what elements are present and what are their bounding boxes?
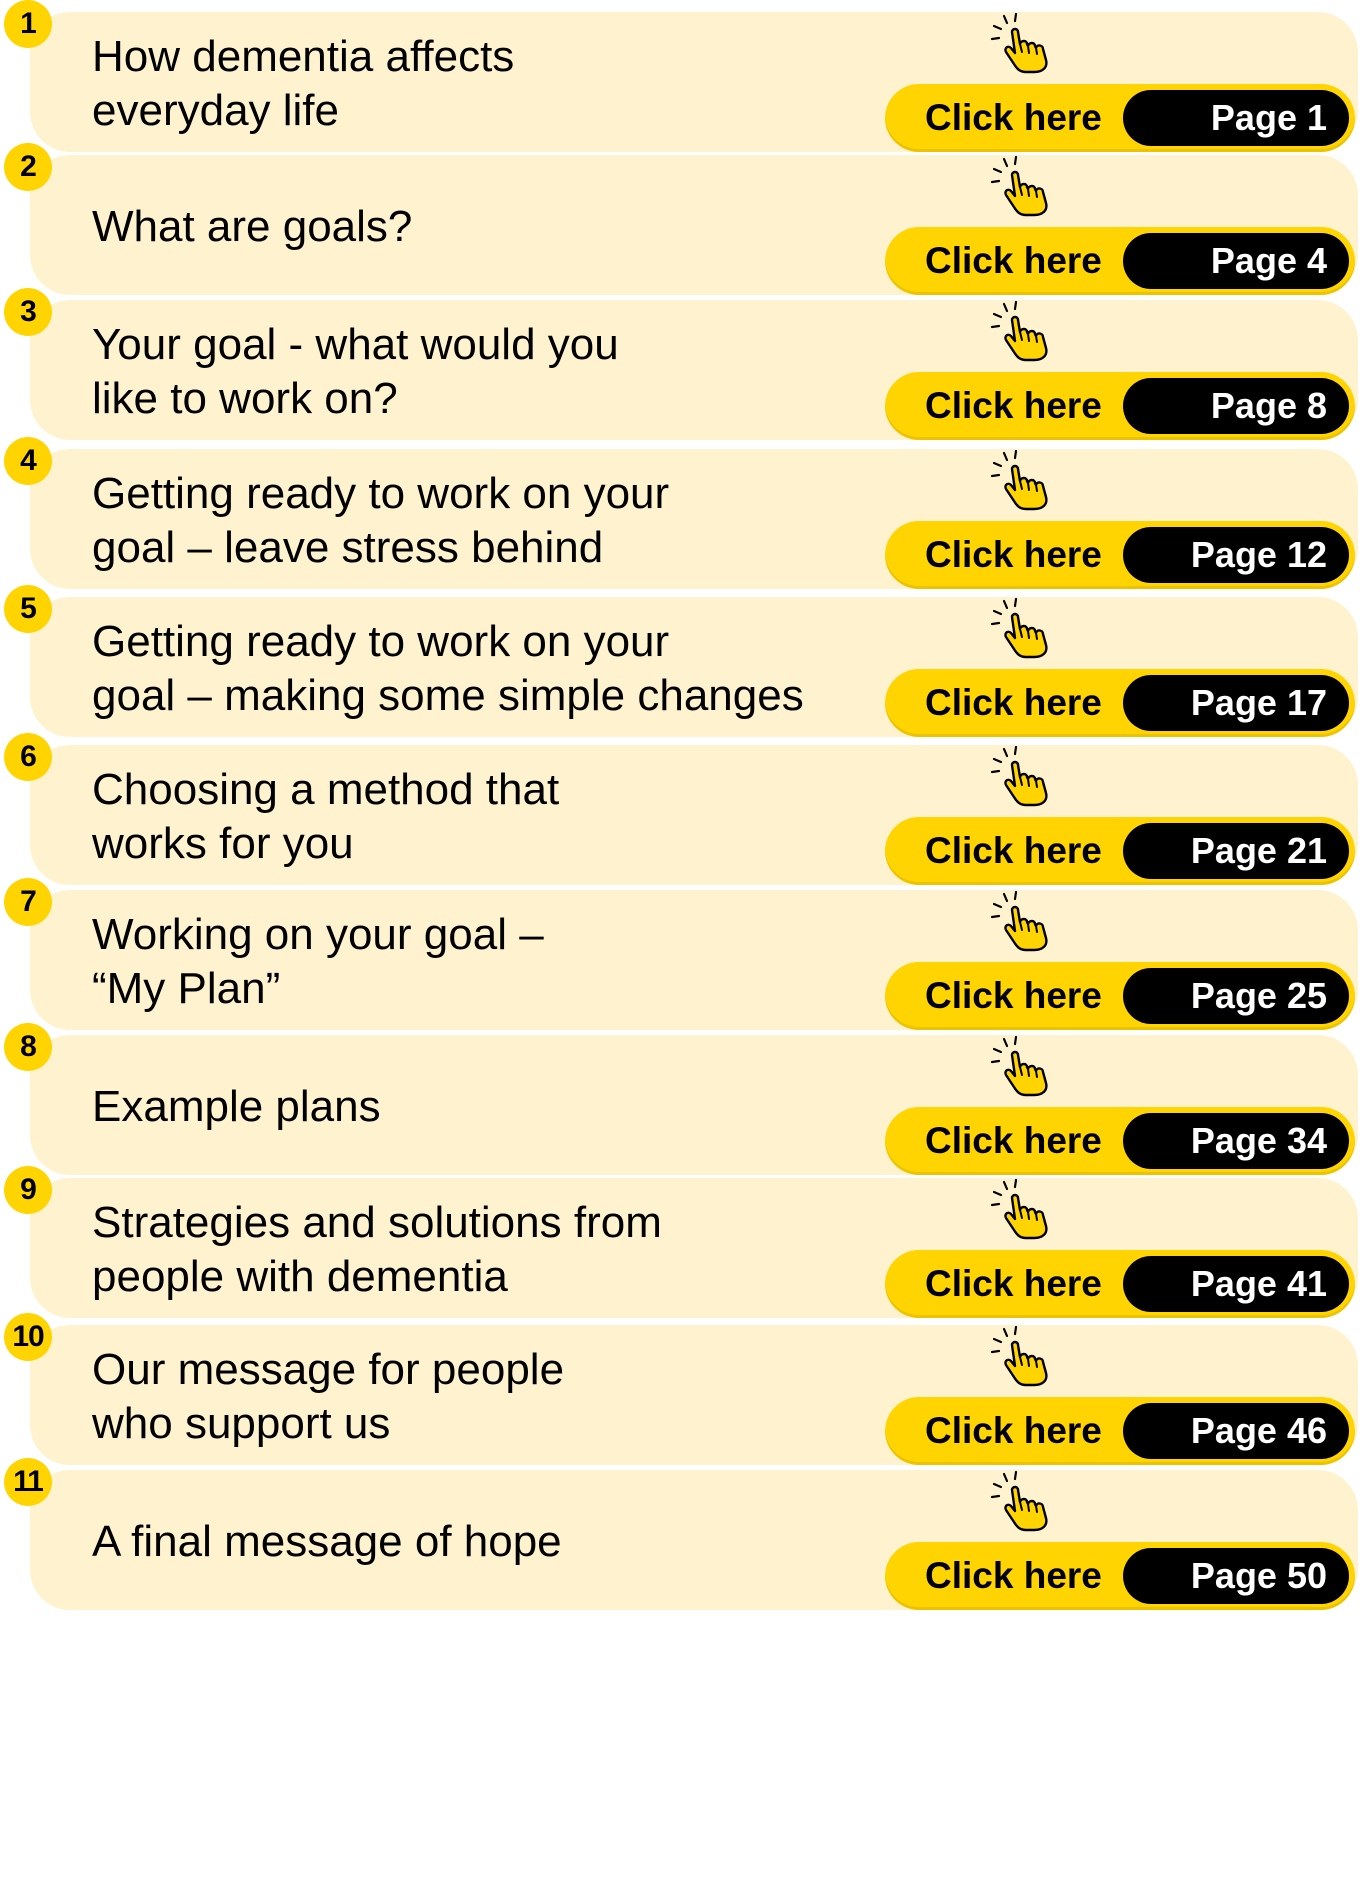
click-here-label: Click here — [925, 1120, 1102, 1161]
page-number-badge: Page 17 — [1123, 675, 1349, 731]
click-here-button[interactable]: Click here Page 46 — [885, 1397, 1355, 1465]
section-number-badge: 3 — [4, 288, 52, 336]
section-title-line: goal – making some simple changes — [92, 671, 804, 720]
section-number-badge: 9 — [4, 1166, 52, 1214]
section-title-line: Our message for people — [92, 1345, 565, 1394]
section-title-line: “My Plan” — [92, 964, 281, 1013]
page-number-badge: Page 50 — [1123, 1548, 1349, 1604]
page-number-badge: Page 46 — [1123, 1403, 1349, 1459]
contents-row-8: 8 Example plans Click here Page 34 — [0, 1023, 1362, 1175]
pointing-hand-click-icon — [990, 1325, 1060, 1387]
click-here-button[interactable]: Click here Page 4 — [885, 227, 1355, 295]
click-here-button[interactable]: Click here Page 8 — [885, 372, 1355, 440]
section-number-badge: 6 — [4, 733, 52, 781]
pointing-hand-click-icon — [990, 449, 1060, 511]
click-here-button[interactable]: Click here Page 25 — [885, 962, 1355, 1030]
click-here-label: Click here — [925, 975, 1102, 1016]
contents-row-6: 6 Choosing a method that works for you Cl… — [0, 733, 1362, 885]
click-here-label: Click here — [925, 682, 1102, 723]
pointing-hand-click-icon — [990, 597, 1060, 659]
pointing-hand-click-icon — [990, 155, 1060, 217]
click-here-button[interactable]: Click here Page 21 — [885, 817, 1355, 885]
pointing-hand-click-icon — [990, 745, 1060, 807]
click-here-label: Click here — [925, 1410, 1102, 1451]
contents-row-3: 3 Your goal - what would you like to work… — [0, 288, 1362, 440]
section-title: Working on your goal – “My Plan” — [92, 902, 872, 1022]
contents-row-10: 10 Our message for people who support us … — [0, 1313, 1362, 1465]
page-number-badge: Page 41 — [1123, 1256, 1349, 1312]
section-number-badge: 11 — [4, 1458, 52, 1506]
contents-row-11: 11 A final message of hope Click here Pa… — [0, 1458, 1362, 1610]
contents-row-5: 5 Getting ready to work on your goal – ma… — [0, 585, 1362, 737]
section-title: Our message for people who support us — [92, 1337, 872, 1457]
section-title-line: A final message of hope — [92, 1517, 562, 1566]
click-here-label: Click here — [925, 240, 1102, 281]
page-number-badge: Page 34 — [1123, 1113, 1349, 1169]
section-title-line: Your goal - what would you — [92, 320, 619, 369]
page-number-badge: Page 8 — [1123, 378, 1349, 434]
section-title-line: works for you — [92, 819, 354, 868]
contents-row-7: 7 Working on your goal – “My Plan” Click … — [0, 878, 1362, 1030]
pointing-hand-click-icon — [990, 300, 1060, 362]
section-title: A final message of hope — [92, 1482, 872, 1602]
click-here-label: Click here — [925, 385, 1102, 426]
section-number-badge: 1 — [4, 0, 52, 48]
section-title: Example plans — [92, 1047, 872, 1167]
section-title: Getting ready to work on your goal – leav… — [92, 461, 872, 581]
click-here-button[interactable]: Click here Page 1 — [885, 84, 1355, 152]
click-here-button[interactable]: Click here Page 17 — [885, 669, 1355, 737]
section-number-badge: 2 — [4, 143, 52, 191]
contents-list: 1 How dementia affects everyday life Clic… — [0, 0, 1362, 1901]
page-number-badge: Page 4 — [1123, 233, 1349, 289]
section-title-line: people with dementia — [92, 1252, 508, 1301]
click-here-button[interactable]: Click here Page 41 — [885, 1250, 1355, 1318]
section-title-line: who support us — [92, 1399, 391, 1448]
section-number-badge: 7 — [4, 878, 52, 926]
contents-row-4: 4 Getting ready to work on your goal – le… — [0, 437, 1362, 589]
contents-row-2: 2 What are goals? Click here Page 4 — [0, 143, 1362, 295]
section-title-line: goal – leave stress behind — [92, 523, 604, 572]
contents-row-1: 1 How dementia affects everyday life Clic… — [0, 0, 1362, 152]
section-title: Getting ready to work on your goal – maki… — [92, 609, 872, 729]
section-number-badge: 10 — [4, 1313, 52, 1361]
section-title: What are goals? — [92, 167, 872, 287]
click-here-label: Click here — [925, 1555, 1102, 1596]
section-title: Your goal - what would you like to work o… — [92, 312, 872, 432]
section-title-line: Working on your goal – — [92, 910, 544, 959]
section-title: Choosing a method that works for you — [92, 757, 872, 877]
section-title-line: Choosing a method that — [92, 765, 560, 814]
section-title-line: everyday life — [92, 86, 340, 135]
section-title-line: Getting ready to work on your — [92, 469, 670, 518]
contents-row-9: 9 Strategies and solutions from people wi… — [0, 1166, 1362, 1318]
click-here-button[interactable]: Click here Page 34 — [885, 1107, 1355, 1175]
section-title-line: like to work on? — [92, 374, 398, 423]
pointing-hand-click-icon — [990, 1035, 1060, 1097]
page-number-badge: Page 1 — [1123, 90, 1349, 146]
page-number-badge: Page 12 — [1123, 527, 1349, 583]
section-title-line: Strategies and solutions from — [92, 1198, 662, 1247]
section-title-line: Getting ready to work on your — [92, 617, 670, 666]
section-title-line: What are goals? — [92, 202, 413, 251]
section-title-line: Example plans — [92, 1082, 381, 1131]
section-title: Strategies and solutions from people with… — [92, 1190, 872, 1310]
click-here-label: Click here — [925, 534, 1102, 575]
click-here-button[interactable]: Click here Page 12 — [885, 521, 1355, 589]
section-title: How dementia affects everyday life — [92, 24, 872, 144]
click-here-label: Click here — [925, 830, 1102, 871]
pointing-hand-click-icon — [990, 1470, 1060, 1532]
click-here-button[interactable]: Click here Page 50 — [885, 1542, 1355, 1610]
pointing-hand-click-icon — [990, 1178, 1060, 1240]
page-number-badge: Page 25 — [1123, 968, 1349, 1024]
click-here-label: Click here — [925, 1263, 1102, 1304]
section-number-badge: 4 — [4, 437, 52, 485]
pointing-hand-click-icon — [990, 890, 1060, 952]
section-number-badge: 8 — [4, 1023, 52, 1071]
page-number-badge: Page 21 — [1123, 823, 1349, 879]
pointing-hand-click-icon — [990, 12, 1060, 74]
section-number-badge: 5 — [4, 585, 52, 633]
section-title-line: How dementia affects — [92, 32, 515, 81]
click-here-label: Click here — [925, 97, 1102, 138]
